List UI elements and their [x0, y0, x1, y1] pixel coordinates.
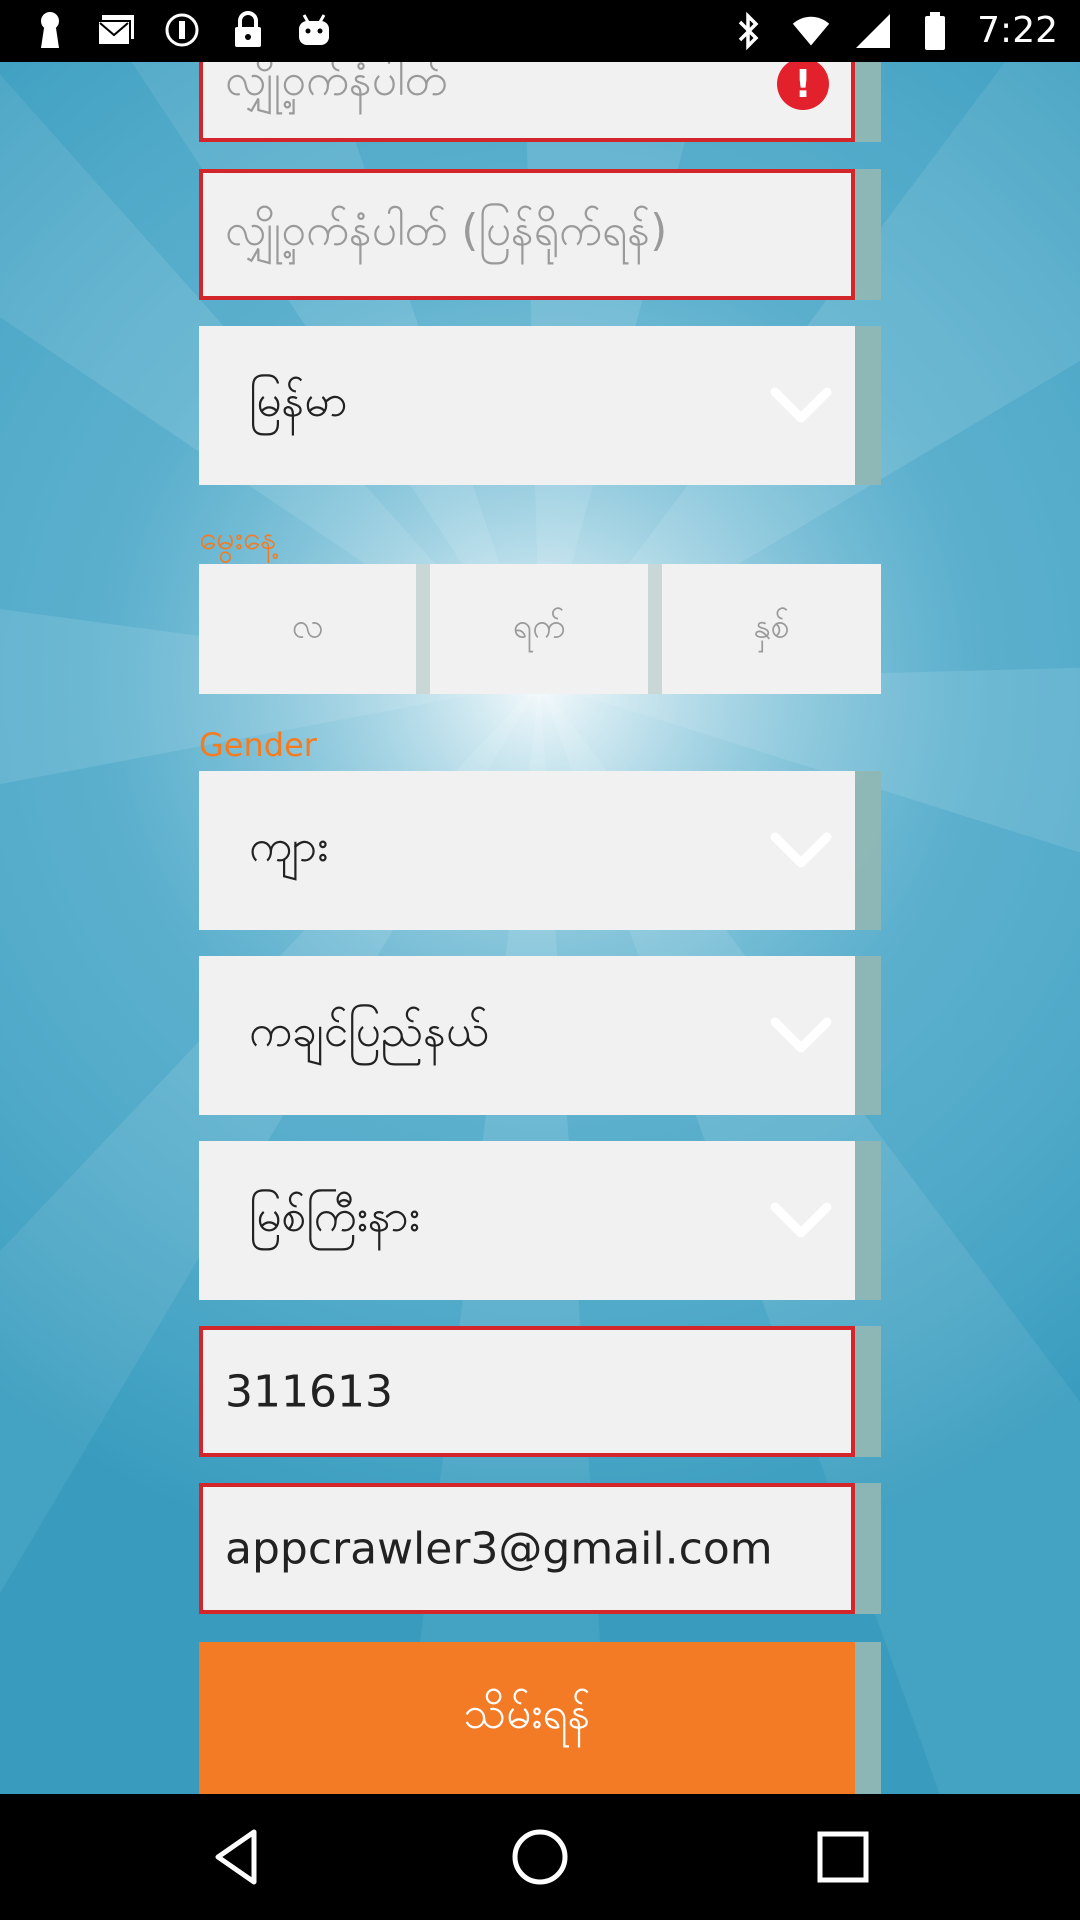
city-select[interactable]: မြစ်ကြီးနား	[199, 1141, 855, 1300]
keyhole-icon	[30, 10, 70, 50]
password-field[interactable]: လျှို့ဝှက်နံပါတ်	[199, 62, 855, 142]
mail-icon	[96, 10, 136, 50]
birthday-year-placeholder: နှစ်	[753, 606, 790, 647]
region-select-row: ကချင်ပြည်နယ်	[199, 956, 881, 1115]
lock-icon	[228, 10, 268, 50]
email-field[interactable]: appcrawler3@gmail.com	[199, 1483, 855, 1614]
country-select[interactable]: မြန်မာ	[199, 326, 855, 485]
registration-screen[interactable]: လျှို့ဝှက်နံပါတ် ! လျှို့ဝှက်နံပါတ် (ပြန…	[0, 62, 1080, 1794]
code-field[interactable]: 311613	[199, 1326, 855, 1457]
email-field-value: appcrawler3@gmail.com	[225, 1523, 773, 1574]
chevron-down-icon	[770, 832, 832, 867]
chevron-down-icon	[770, 1017, 832, 1052]
gender-select[interactable]: ကျား	[199, 771, 855, 930]
field-side-strip	[855, 771, 881, 930]
field-side-strip	[855, 1141, 881, 1300]
birthday-day-placeholder: ရက်	[512, 606, 566, 647]
date-separator	[648, 564, 662, 694]
field-side-strip	[855, 62, 881, 142]
code-row: 311613	[199, 1326, 881, 1457]
country-select-value: မြန်မာ	[249, 375, 348, 427]
field-side-strip	[855, 1483, 881, 1614]
password-row: လျှို့ဝှက်နံပါတ် !	[199, 62, 881, 142]
date-separator	[416, 564, 430, 694]
password-confirm-field[interactable]: လျှို့ဝှက်နံပါတ် (ပြန်ရိုက်ရန်)	[199, 169, 855, 300]
navigation-bar	[0, 1794, 1080, 1920]
birthday-day-select[interactable]: ရက်	[430, 564, 648, 694]
battery-icon	[915, 11, 955, 51]
save-button[interactable]: သိမ်းရန်	[199, 1642, 855, 1794]
field-side-strip	[855, 169, 881, 300]
chevron-down-icon	[770, 387, 832, 422]
gender-select-value: ကျား	[249, 820, 329, 872]
sync-icon	[162, 10, 202, 50]
wifi-icon	[791, 11, 831, 51]
country-select-row: မြန်မာ	[199, 326, 881, 485]
chevron-down-icon	[770, 1202, 832, 1237]
field-side-strip	[855, 326, 881, 485]
birthday-label: မွေးနေ့	[199, 519, 277, 557]
signal-icon	[853, 11, 893, 51]
status-bar: 7:22	[0, 0, 1080, 62]
birthday-month-select[interactable]: လ	[199, 564, 416, 694]
field-side-strip	[855, 1326, 881, 1457]
bluetooth-icon	[729, 11, 769, 51]
back-icon[interactable]	[204, 1824, 270, 1890]
submit-row: သိမ်းရန်	[199, 1642, 881, 1794]
email-row: appcrawler3@gmail.com	[199, 1483, 881, 1614]
city-select-row: မြစ်ကြီးနား	[199, 1141, 881, 1300]
birthday-month-placeholder: လ	[291, 606, 324, 647]
field-side-strip	[855, 956, 881, 1115]
gender-select-row: ကျား	[199, 771, 881, 930]
status-time: 7:22	[977, 10, 1058, 51]
save-button-label: သိမ်းရန်	[463, 1688, 591, 1739]
birthday-year-select[interactable]: နှစ်	[662, 564, 881, 694]
android-icon	[294, 10, 334, 50]
region-select-value: ကချင်ပြည်နယ်	[249, 1005, 489, 1057]
city-select-value: မြစ်ကြီးနား	[249, 1190, 420, 1242]
region-select[interactable]: ကချင်ပြည်နယ်	[199, 956, 855, 1115]
code-field-value: 311613	[225, 1366, 393, 1417]
password-confirm-row: လျှို့ဝှက်နံပါတ် (ပြန်ရိုက်ရန်)	[199, 169, 881, 300]
home-icon[interactable]	[507, 1824, 573, 1890]
recents-icon[interactable]	[810, 1824, 876, 1890]
password-placeholder: လျှို့ဝှက်နံပါတ်	[225, 62, 448, 107]
field-side-strip	[855, 1642, 881, 1794]
password-confirm-placeholder: လျှို့ဝှက်နံပါတ် (ပြန်ရိုက်ရန်)	[225, 204, 668, 256]
birthday-row: လ ရက် နှစ်	[199, 564, 881, 694]
gender-label: Gender	[199, 726, 317, 764]
